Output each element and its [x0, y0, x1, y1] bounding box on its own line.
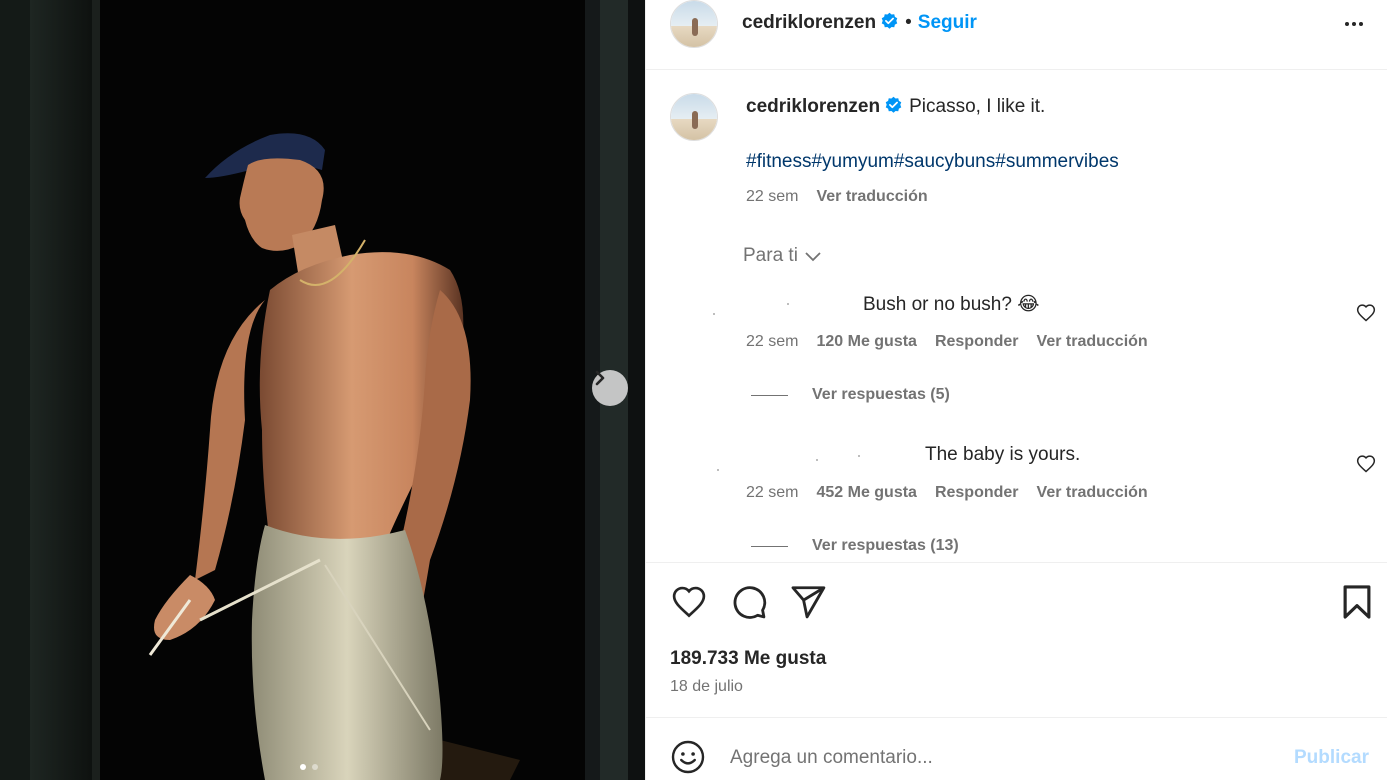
comments-section[interactable]: cedriklorenzen Picasso, I like it. #fitne…	[646, 71, 1387, 562]
save-bookmark-icon[interactable]	[1338, 583, 1376, 621]
hidden-avatar-speck	[858, 455, 860, 457]
hashtag-link[interactable]: #summervibes	[995, 151, 1119, 172]
hashtag-link[interactable]: #saucybuns	[894, 151, 995, 172]
more-dot	[1345, 22, 1349, 26]
more-options-button[interactable]	[1340, 10, 1368, 38]
replies-line	[751, 545, 788, 547]
comment-reply-button[interactable]: Responder	[935, 484, 1019, 502]
comment-meta: 22 sem 452 Me gusta Responder Ver traduc…	[746, 484, 1148, 502]
post-date: 18 de julio	[670, 678, 743, 695]
comment-like-heart-icon[interactable]	[1356, 454, 1376, 474]
comment-time: 22 sem	[746, 333, 799, 350]
header-separator: •	[905, 12, 912, 33]
avatar-figure	[692, 18, 698, 36]
caption-author-avatar[interactable]	[670, 93, 718, 141]
share-send-icon[interactable]	[789, 583, 827, 621]
add-comment-bar: Publicar	[646, 719, 1387, 780]
comment-sort-dropdown[interactable]: Para ti	[743, 245, 822, 267]
comment-translate-link[interactable]: Ver traducción	[1037, 484, 1148, 502]
comment-translate-link[interactable]: Ver traducción	[1037, 333, 1148, 351]
comment-reply-button[interactable]: Responder	[935, 333, 1019, 351]
carousel-dot	[312, 764, 318, 770]
header-user-line: cedriklorenzen • Seguir	[742, 12, 977, 34]
emoji-picker-icon[interactable]	[670, 739, 706, 775]
verified-badge-icon	[885, 96, 902, 113]
comment-likes[interactable]: 452 Me gusta	[816, 484, 916, 502]
post-details-panel: cedriklorenzen • Seguir cedriklorenzen Pica…	[645, 0, 1387, 780]
more-dot	[1359, 22, 1363, 26]
caption-username[interactable]: cedriklorenzen	[746, 96, 880, 117]
likes-count[interactable]: 189.733 Me gusta	[670, 648, 826, 670]
carousel-indicator	[300, 764, 318, 770]
like-heart-icon[interactable]	[670, 583, 708, 621]
hashtag-link[interactable]: #yumyum	[811, 151, 893, 172]
post-header: cedriklorenzen • Seguir	[646, 0, 1387, 70]
hidden-avatar-speck	[816, 459, 818, 461]
avatar-figure	[692, 111, 698, 129]
comment-likes[interactable]: 120 Me gusta	[816, 333, 916, 351]
caption-hashtags: #fitness#yumyum#saucybuns#summervibes	[746, 151, 1119, 173]
verified-badge-icon	[881, 12, 898, 29]
publish-button[interactable]: Publicar	[1294, 747, 1369, 769]
comment-like-heart-icon[interactable]	[1356, 303, 1376, 323]
comment-sort-label: Para ti	[743, 245, 798, 266]
caption-text: Picasso, I like it.	[909, 96, 1046, 117]
comment-text: The baby is yours.	[925, 444, 1081, 465]
photo-image	[0, 0, 645, 780]
post-caption: cedriklorenzen Picasso, I like it.	[746, 96, 1045, 118]
view-replies-label: Ver respuestas (13)	[812, 537, 959, 554]
hidden-avatar-speck	[713, 313, 715, 315]
comment-time: 22 sem	[746, 484, 799, 501]
caption-time: 22 sem	[746, 188, 799, 205]
chevron-down-icon	[805, 252, 821, 262]
comment-text: Bush or no bush? 😂	[863, 294, 1040, 315]
author-avatar[interactable]	[670, 0, 718, 48]
caption-translate-link[interactable]: Ver traducción	[816, 188, 927, 206]
chevron-right-icon	[595, 370, 605, 386]
post-actions-section: 189.733 Me gusta 18 de julio	[646, 562, 1387, 718]
view-replies-label: Ver respuestas (5)	[812, 386, 950, 403]
hidden-avatar-speck	[717, 469, 719, 471]
more-dot	[1352, 22, 1356, 26]
replies-line	[751, 394, 788, 396]
hashtag-link[interactable]: #fitness	[746, 151, 811, 172]
follow-button[interactable]: Seguir	[918, 12, 977, 33]
view-replies-button[interactable]: Ver respuestas (5)	[751, 386, 950, 404]
post-photo[interactable]	[0, 0, 645, 780]
comment-bubble-icon[interactable]	[730, 583, 768, 621]
comment-meta: 22 sem 120 Me gusta Responder Ver traduc…	[746, 333, 1148, 351]
hidden-avatar-speck	[787, 303, 789, 305]
carousel-dot-active	[300, 764, 306, 770]
comment-input[interactable]	[730, 743, 1250, 773]
view-replies-button[interactable]: Ver respuestas (13)	[751, 537, 959, 555]
caption-meta: 22 sem Ver traducción	[746, 188, 928, 206]
carousel-next-button[interactable]	[592, 370, 628, 406]
author-username[interactable]: cedriklorenzen	[742, 12, 876, 33]
